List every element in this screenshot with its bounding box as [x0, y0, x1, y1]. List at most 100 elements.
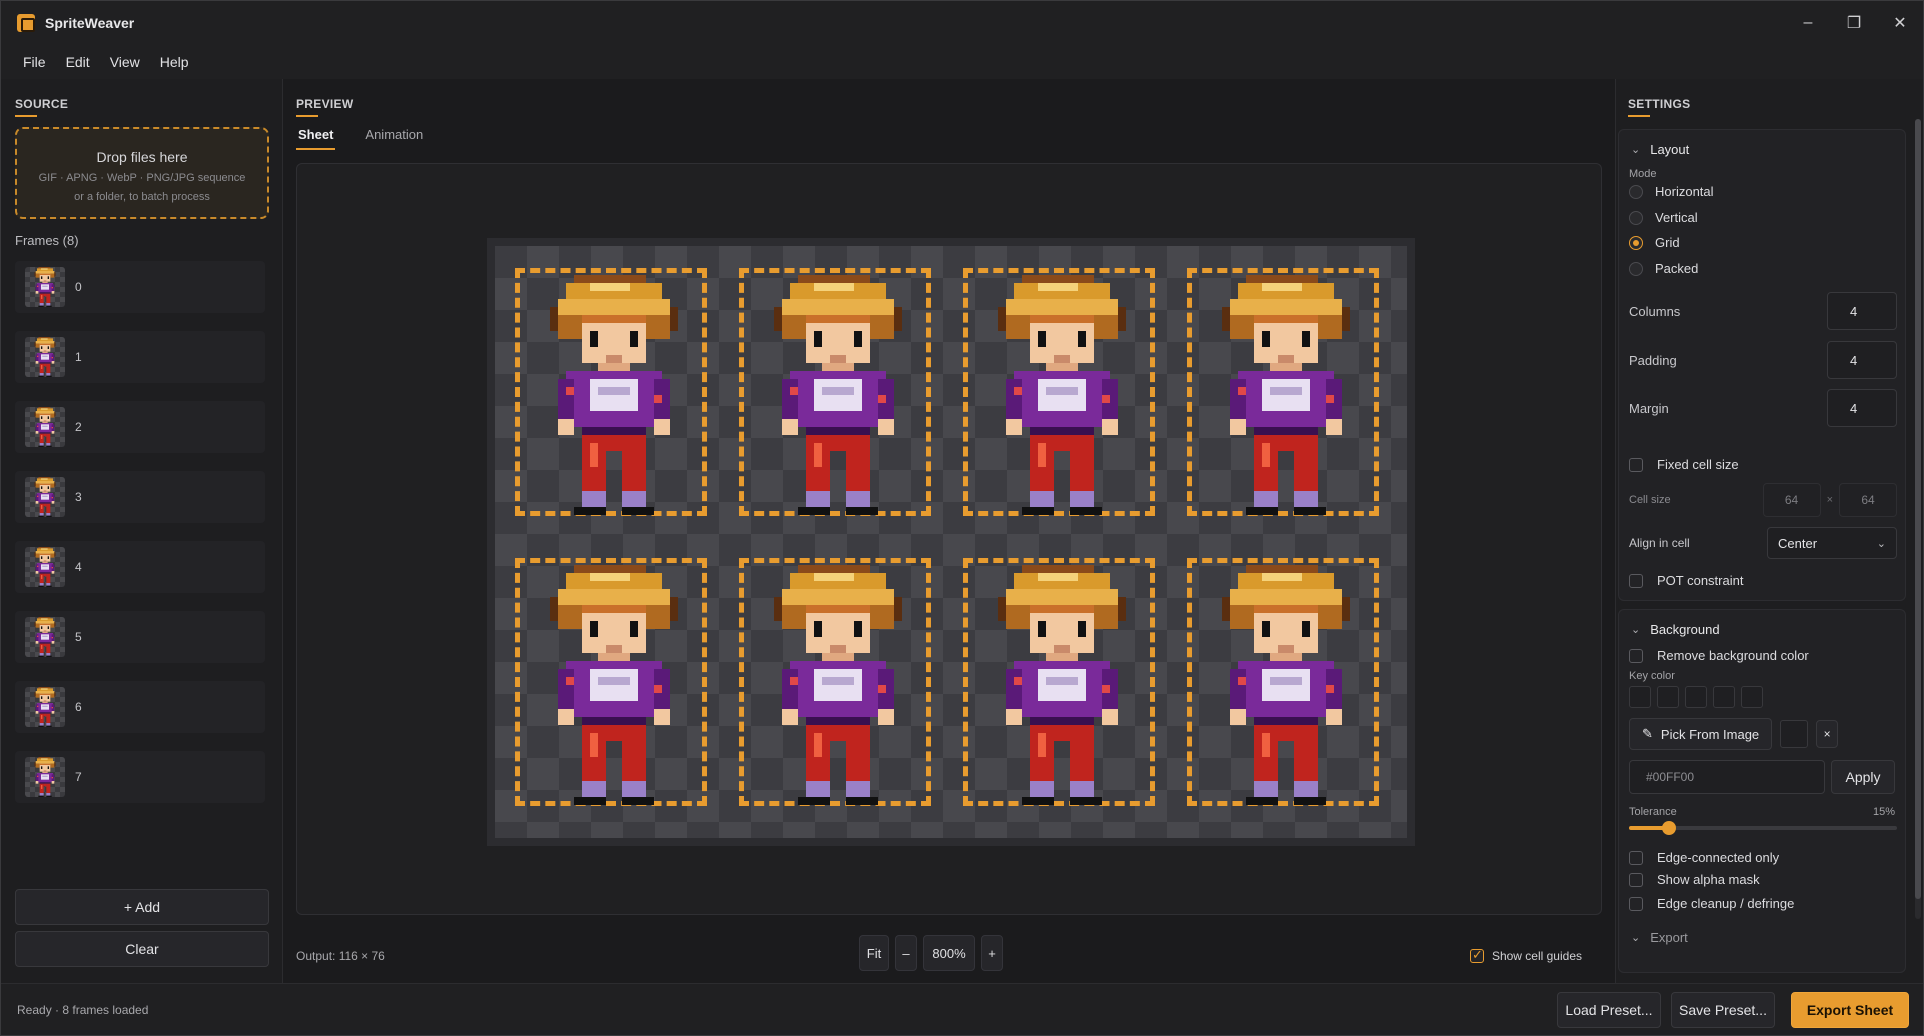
sheet-cell-3[interactable] — [1187, 268, 1379, 516]
export-title: Export — [1650, 930, 1688, 945]
pot-checkbox[interactable] — [1629, 573, 1643, 588]
sheet-cell-1[interactable] — [739, 268, 931, 516]
key-swatch[interactable] — [1685, 686, 1707, 708]
dropzone-formats: GIF · APNG · WebP · PNG/JPG sequence — [38, 172, 246, 184]
frame-item-6[interactable]: 6 — [15, 681, 265, 733]
radio-vertical[interactable] — [1629, 210, 1643, 225]
picked-color-swatch[interactable] — [1780, 720, 1809, 748]
export-header[interactable]: ⌄ Export — [1631, 930, 1688, 945]
alpha-mask-checkbox[interactable] — [1629, 872, 1643, 887]
add-frames-button[interactable]: + Add — [15, 889, 269, 925]
sprite-frame-2 — [998, 275, 1126, 515]
frame-item-7[interactable]: 7 — [15, 751, 265, 803]
settings-scroll-thumb[interactable] — [1915, 119, 1921, 899]
frame-index: 0 — [75, 280, 82, 294]
layout-header[interactable]: ⌄ Layout — [1631, 142, 1689, 157]
radio-grid[interactable] — [1629, 235, 1643, 250]
tab-animation[interactable]: Animation — [363, 127, 425, 150]
pick-row: ✎ Pick From Image × — [1629, 718, 1839, 750]
frame-thumbnail — [25, 617, 65, 657]
cell-width-input[interactable]: 64 — [1762, 483, 1821, 517]
hex-input[interactable]: #00FF00 — [1629, 760, 1825, 794]
remove-bg-checkbox[interactable] — [1629, 648, 1643, 663]
mode-horizontal[interactable]: Horizontal — [1629, 184, 1714, 199]
show-guides-toggle[interactable]: Show cell guides — [1469, 947, 1582, 963]
sheet-cell-7[interactable] — [1187, 558, 1379, 806]
zoom-out-button[interactable]: – — [895, 935, 917, 971]
key-swatch[interactable] — [1629, 686, 1651, 708]
frame-item-5[interactable]: 5 — [15, 611, 265, 663]
edge-cleanup-checkbox[interactable] — [1629, 896, 1643, 911]
padding-label: Padding — [1629, 352, 1677, 368]
mode-packed[interactable]: Packed — [1629, 261, 1698, 276]
chevron-down-icon: ⌄ — [1631, 624, 1641, 636]
edge-cleanup-row[interactable]: Edge cleanup / defringe — [1629, 896, 1794, 911]
source-panel: SOURCE Drop files here GIF · APNG · WebP… — [1, 79, 283, 983]
clear-color-button[interactable]: × — [1816, 720, 1839, 748]
export-sheet-button[interactable]: Export Sheet — [1791, 992, 1909, 1028]
frame-thumbnail — [25, 337, 65, 377]
settings-scrollbar[interactable] — [1915, 119, 1921, 919]
remove-bg-row[interactable]: Remove background color — [1629, 648, 1809, 663]
clear-frames-button[interactable]: Clear — [15, 931, 269, 967]
key-swatch[interactable] — [1657, 686, 1679, 708]
load-preset-button[interactable]: Load Preset... — [1557, 992, 1661, 1028]
source-label: SOURCE — [15, 97, 69, 111]
minimize-button[interactable]: – — [1785, 1, 1831, 45]
columns-input[interactable]: 4 — [1827, 292, 1897, 330]
key-swatch[interactable] — [1713, 686, 1735, 708]
layout-card: ⌄ Layout Mode Horizontal Vertical Grid P… — [1618, 129, 1906, 487]
align-select[interactable]: Center ⌄ — [1767, 527, 1897, 559]
preview-canvas[interactable] — [296, 163, 1602, 915]
sheet-cell-4[interactable] — [515, 558, 707, 806]
sheet-cell-2[interactable] — [963, 268, 1155, 516]
show-guides-checkbox[interactable] — [1469, 947, 1484, 963]
sheet-cell-0[interactable] — [515, 268, 707, 516]
close-button[interactable]: ✕ — [1877, 1, 1923, 45]
frame-thumbnail — [25, 547, 65, 587]
zoom-fit-button[interactable]: Fit — [859, 935, 889, 971]
sheet-cell-5[interactable] — [739, 558, 931, 806]
menu-help[interactable]: Help — [150, 45, 199, 79]
frame-item-4[interactable]: 4 — [15, 541, 265, 593]
drop-zone[interactable]: Drop files here GIF · APNG · WebP · PNG/… — [15, 127, 269, 219]
fixed-cell-row[interactable]: Fixed cell size — [1629, 457, 1739, 472]
zoom-level[interactable]: 800% — [923, 935, 975, 971]
pick-from-image-button[interactable]: ✎ Pick From Image — [1629, 718, 1773, 750]
edge-cleanup-label: Edge cleanup / defringe — [1657, 896, 1795, 911]
menu-edit[interactable]: Edit — [56, 45, 100, 79]
margin-input[interactable]: 4 — [1827, 389, 1897, 427]
sheet-cell-6[interactable] — [963, 558, 1155, 806]
menu-bar: File Edit View Help — [1, 45, 1923, 79]
fixed-cell-checkbox[interactable] — [1629, 457, 1643, 472]
menu-view[interactable]: View — [100, 45, 150, 79]
mode-vertical[interactable]: Vertical — [1629, 210, 1698, 225]
frame-item-0[interactable]: 0 — [15, 261, 265, 313]
cell-height-input[interactable]: 64 — [1839, 483, 1897, 517]
edge-connected-checkbox[interactable] — [1629, 850, 1643, 865]
radio-packed[interactable] — [1629, 261, 1643, 276]
background-header[interactable]: ⌄ Background — [1631, 622, 1720, 637]
padding-input[interactable]: 4 — [1827, 341, 1897, 379]
menu-file[interactable]: File — [13, 45, 56, 79]
radio-horizontal[interactable] — [1629, 184, 1643, 199]
background-title: Background — [1650, 622, 1720, 637]
frame-item-3[interactable]: 3 — [15, 471, 265, 523]
padding-row: Padding 4 — [1629, 341, 1897, 379]
mode-grid[interactable]: Grid — [1629, 235, 1680, 250]
frame-item-1[interactable]: 1 — [15, 331, 265, 383]
save-preset-button[interactable]: Save Preset... — [1671, 992, 1775, 1028]
frame-item-2[interactable]: 2 — [15, 401, 265, 453]
edge-connected-row[interactable]: Edge-connected only — [1629, 850, 1779, 865]
tolerance-handle[interactable] — [1662, 821, 1677, 835]
zoom-in-button[interactable]: + — [981, 935, 1003, 971]
pot-row[interactable]: POT constraint — [1629, 573, 1743, 588]
tab-sheet[interactable]: Sheet — [296, 127, 336, 150]
tolerance-slider[interactable] — [1629, 821, 1897, 835]
apply-button[interactable]: Apply — [1831, 760, 1895, 794]
key-swatch[interactable] — [1741, 686, 1763, 708]
fixed-cell-label: Fixed cell size — [1657, 457, 1739, 472]
restore-button[interactable]: ❐ — [1831, 1, 1877, 45]
frame-thumbnail — [25, 477, 65, 517]
alpha-mask-row[interactable]: Show alpha mask — [1629, 872, 1760, 887]
